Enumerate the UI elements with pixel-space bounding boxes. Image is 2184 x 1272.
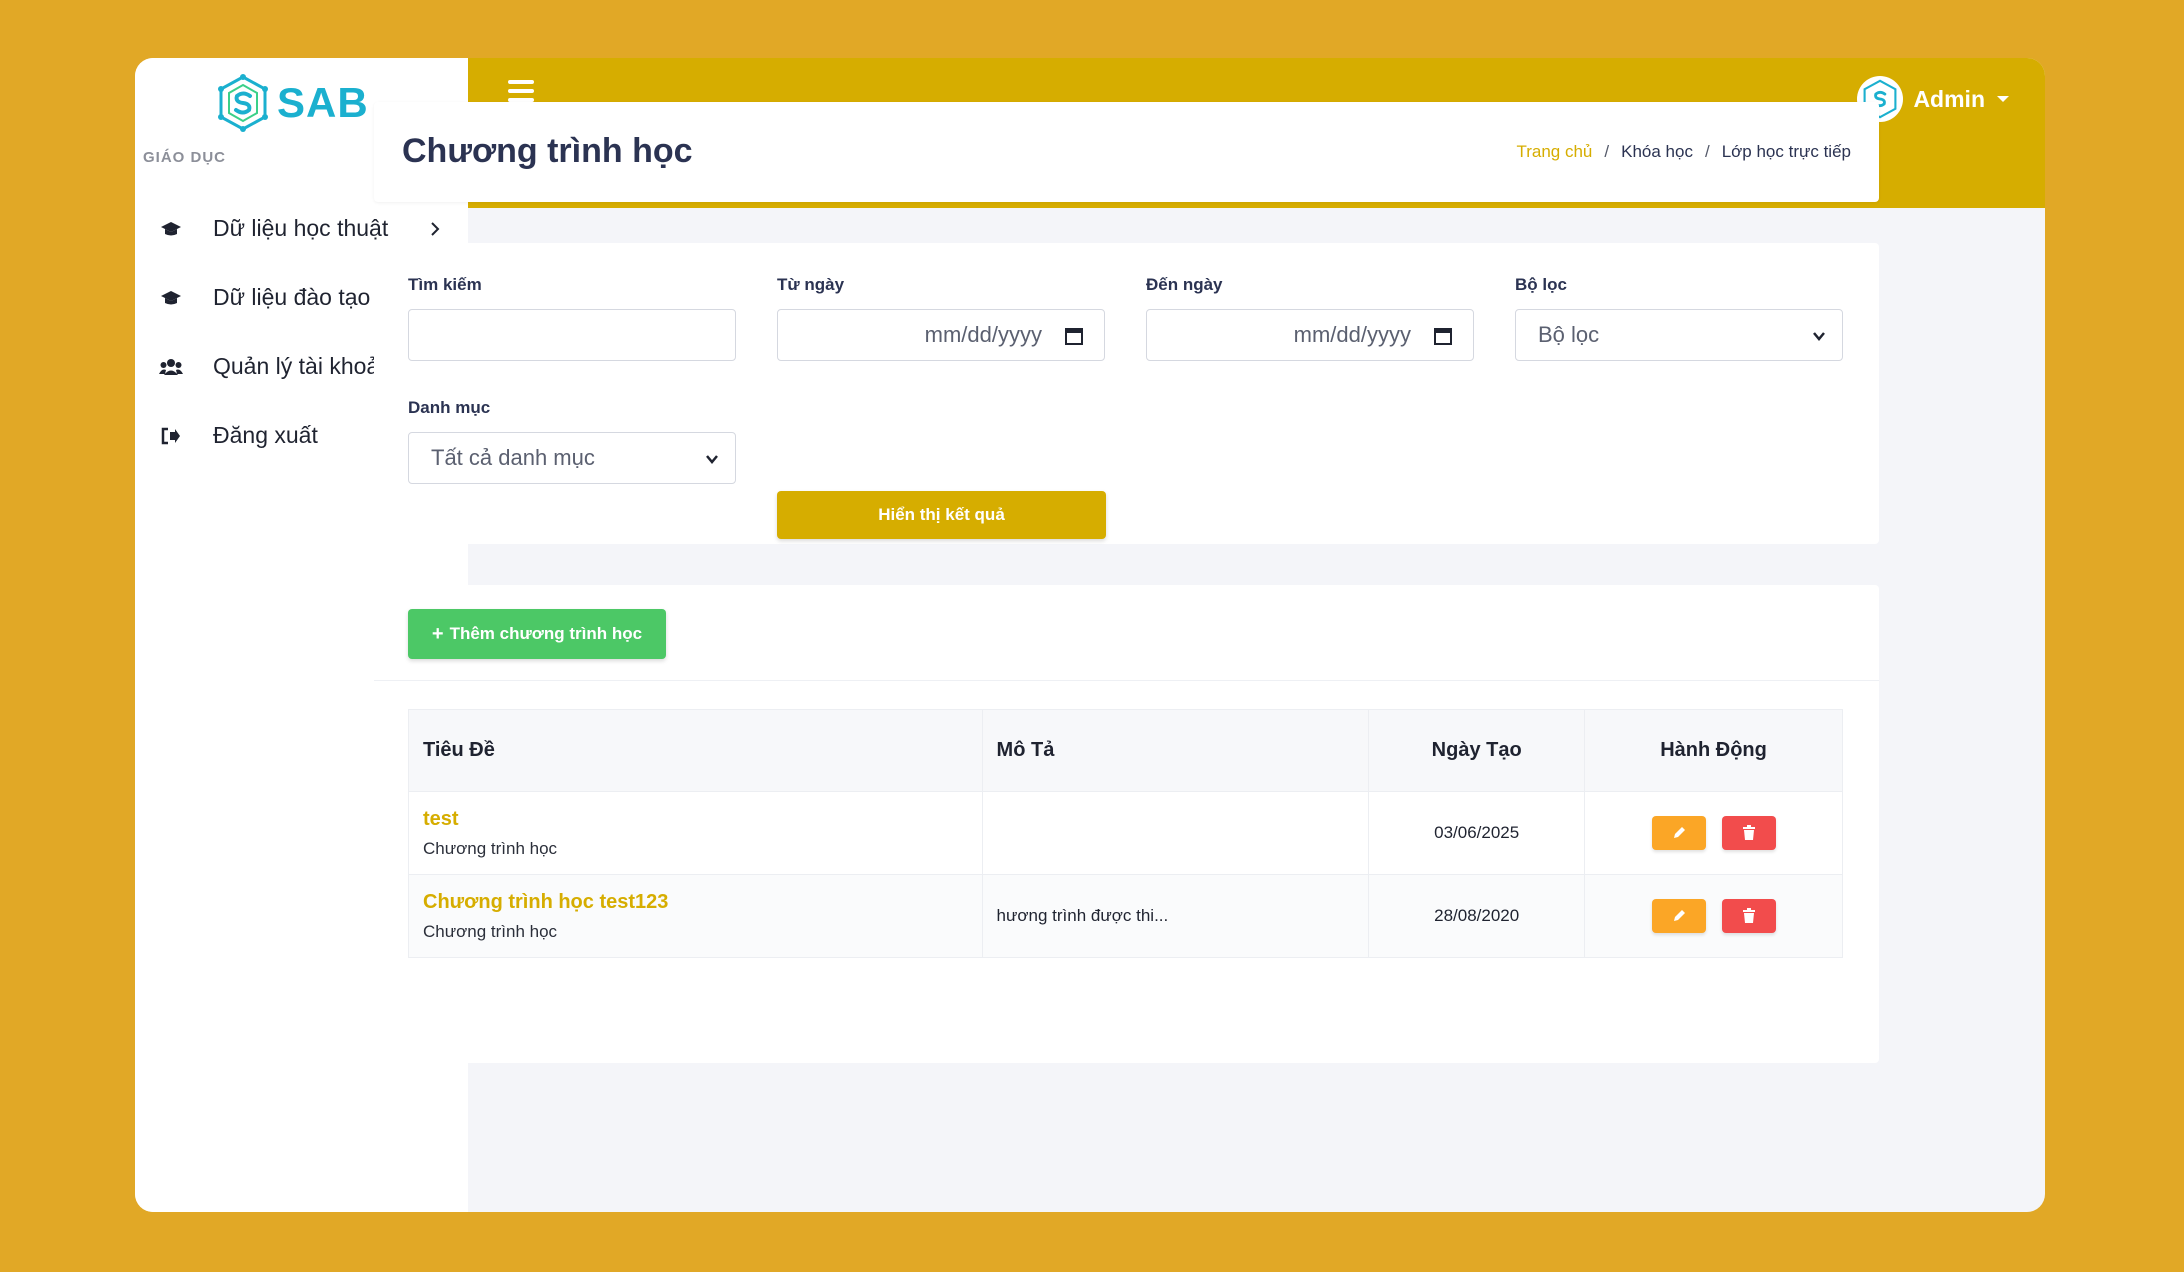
delete-button[interactable] — [1721, 899, 1776, 933]
plus-icon: + — [431, 622, 444, 645]
breadcrumb-home[interactable]: Trang chủ — [1516, 142, 1592, 162]
delete-button[interactable] — [1721, 816, 1776, 850]
graduation-cap-icon — [159, 217, 183, 241]
title-cell: Chương trình học test123 Chương trình họ… — [408, 874, 983, 958]
chevron-down-icon — [706, 455, 718, 464]
title-cell: test Chương trình học — [408, 791, 983, 875]
row-category: Chương trình học — [423, 921, 558, 941]
pencil-icon — [1673, 910, 1685, 921]
search-label: Tìm kiếm — [408, 275, 482, 294]
row-title-link[interactable]: Chương trình học test123 — [423, 891, 982, 914]
to-date-input[interactable]: mm/dd/yyyy — [1146, 309, 1474, 361]
divider — [374, 680, 1879, 681]
add-curriculum-label: Thêm chương trình học — [449, 624, 643, 643]
search-field: Tìm kiếm — [408, 275, 736, 361]
row-title-link[interactable]: test — [423, 808, 982, 831]
curriculum-table: Tiêu Đề Mô Tả Ngày Tạo Hành Động test Ch… — [408, 709, 1843, 958]
actions-cell — [1584, 874, 1843, 958]
column-header-description[interactable]: Mô Tả — [981, 709, 1370, 792]
curriculum-list: + Thêm chương trình học Tiêu Đề Mô Tả Ng… — [374, 585, 1879, 1063]
category-selected-value: Tất cả danh mục — [431, 445, 595, 470]
table-row: test Chương trình học 03/06/2025 — [408, 791, 1843, 875]
page-title: Chương trình học — [402, 132, 693, 170]
edit-button[interactable] — [1651, 816, 1706, 850]
edit-button[interactable] — [1651, 899, 1706, 933]
sidebar-item-label: Quản lý tài khoản — [213, 353, 393, 379]
filter-selected-value: Bộ lọc — [1538, 322, 1600, 347]
filter-label: Bộ lọc — [1515, 275, 1567, 294]
actions-cell — [1584, 791, 1843, 875]
breadcrumb: Trang chủ / Khóa học / Lớp học trực tiếp — [1516, 142, 1851, 162]
page-header: Chương trình học Trang chủ / Khóa học / … — [374, 102, 1879, 202]
trash-icon — [1742, 825, 1755, 840]
to-date-label: Đến ngày — [1146, 275, 1223, 294]
breadcrumb-courses[interactable]: Khóa học — [1621, 142, 1693, 162]
created-date-cell: 03/06/2025 — [1368, 791, 1586, 875]
to-date-placeholder: mm/dd/yyyy — [1293, 322, 1411, 347]
from-date-label: Từ ngày — [777, 275, 845, 294]
users-icon — [159, 355, 183, 379]
to-date-field: Đến ngày mm/dd/yyyy — [1146, 275, 1474, 361]
description-cell: hương trình được thi... — [981, 874, 1370, 958]
filter-select[interactable]: Bộ lọc — [1515, 309, 1843, 361]
pencil-icon — [1673, 827, 1685, 838]
show-results-button[interactable]: Hiển thị kết quả — [777, 491, 1106, 539]
sidebar-item-label: Đăng xuất — [213, 422, 318, 448]
user-menu[interactable]: Admin — [1857, 76, 2009, 122]
breadcrumb-separator: / — [1604, 142, 1610, 161]
logo-text: SAB — [277, 79, 369, 126]
from-date-input[interactable]: mm/dd/yyyy — [777, 309, 1105, 361]
table-row: Chương trình học test123 Chương trình họ… — [408, 874, 1843, 958]
add-curriculum-button[interactable]: + Thêm chương trình học — [408, 609, 666, 659]
sidebar-section-heading: GIÁO DỤC — [143, 149, 226, 166]
graduation-cap-icon — [159, 286, 183, 310]
created-date-cell: 28/08/2020 — [1368, 874, 1586, 958]
logo[interactable]: SAB — [215, 68, 395, 138]
filter-panel: Tìm kiếm Từ ngày mm/dd/yyyy Đến ngày mm/… — [374, 243, 1879, 544]
breadcrumb-current: Lớp học trực tiếp — [1721, 142, 1851, 161]
from-date-placeholder: mm/dd/yyyy — [924, 322, 1042, 347]
user-name: Admin — [1913, 85, 1985, 112]
description-cell — [981, 791, 1370, 875]
logo-icon — [218, 74, 268, 132]
filter-field: Bộ lọc Bộ lọc — [1515, 275, 1843, 361]
calendar-icon[interactable] — [1064, 326, 1084, 346]
caret-down-icon — [1997, 96, 2009, 102]
row-category: Chương trình học — [423, 838, 558, 858]
table-header-row: Tiêu Đề Mô Tả Ngày Tạo Hành Động — [408, 709, 1843, 792]
chevron-down-icon — [1813, 332, 1825, 341]
column-header-actions: Hành Động — [1584, 709, 1843, 792]
sidebar-item-label: Dữ liệu đào tạo — [213, 284, 371, 310]
hamburger-icon[interactable] — [508, 80, 534, 104]
sign-out-icon — [159, 424, 183, 448]
column-header-title[interactable]: Tiêu Đề — [408, 709, 983, 792]
search-input[interactable] — [408, 309, 736, 361]
sidebar-item-label: Dữ liệu học thuật — [213, 215, 389, 241]
column-header-created[interactable]: Ngày Tạo — [1368, 709, 1586, 792]
category-label: Danh mục — [408, 398, 491, 417]
breadcrumb-separator: / — [1704, 142, 1710, 161]
category-select[interactable]: Tất cả danh mục — [408, 432, 736, 484]
chevron-right-icon — [431, 221, 440, 236]
trash-icon — [1742, 908, 1755, 923]
calendar-icon[interactable] — [1433, 326, 1453, 346]
from-date-field: Từ ngày mm/dd/yyyy — [777, 275, 1105, 361]
category-field: Danh mục Tất cả danh mục — [408, 398, 736, 484]
